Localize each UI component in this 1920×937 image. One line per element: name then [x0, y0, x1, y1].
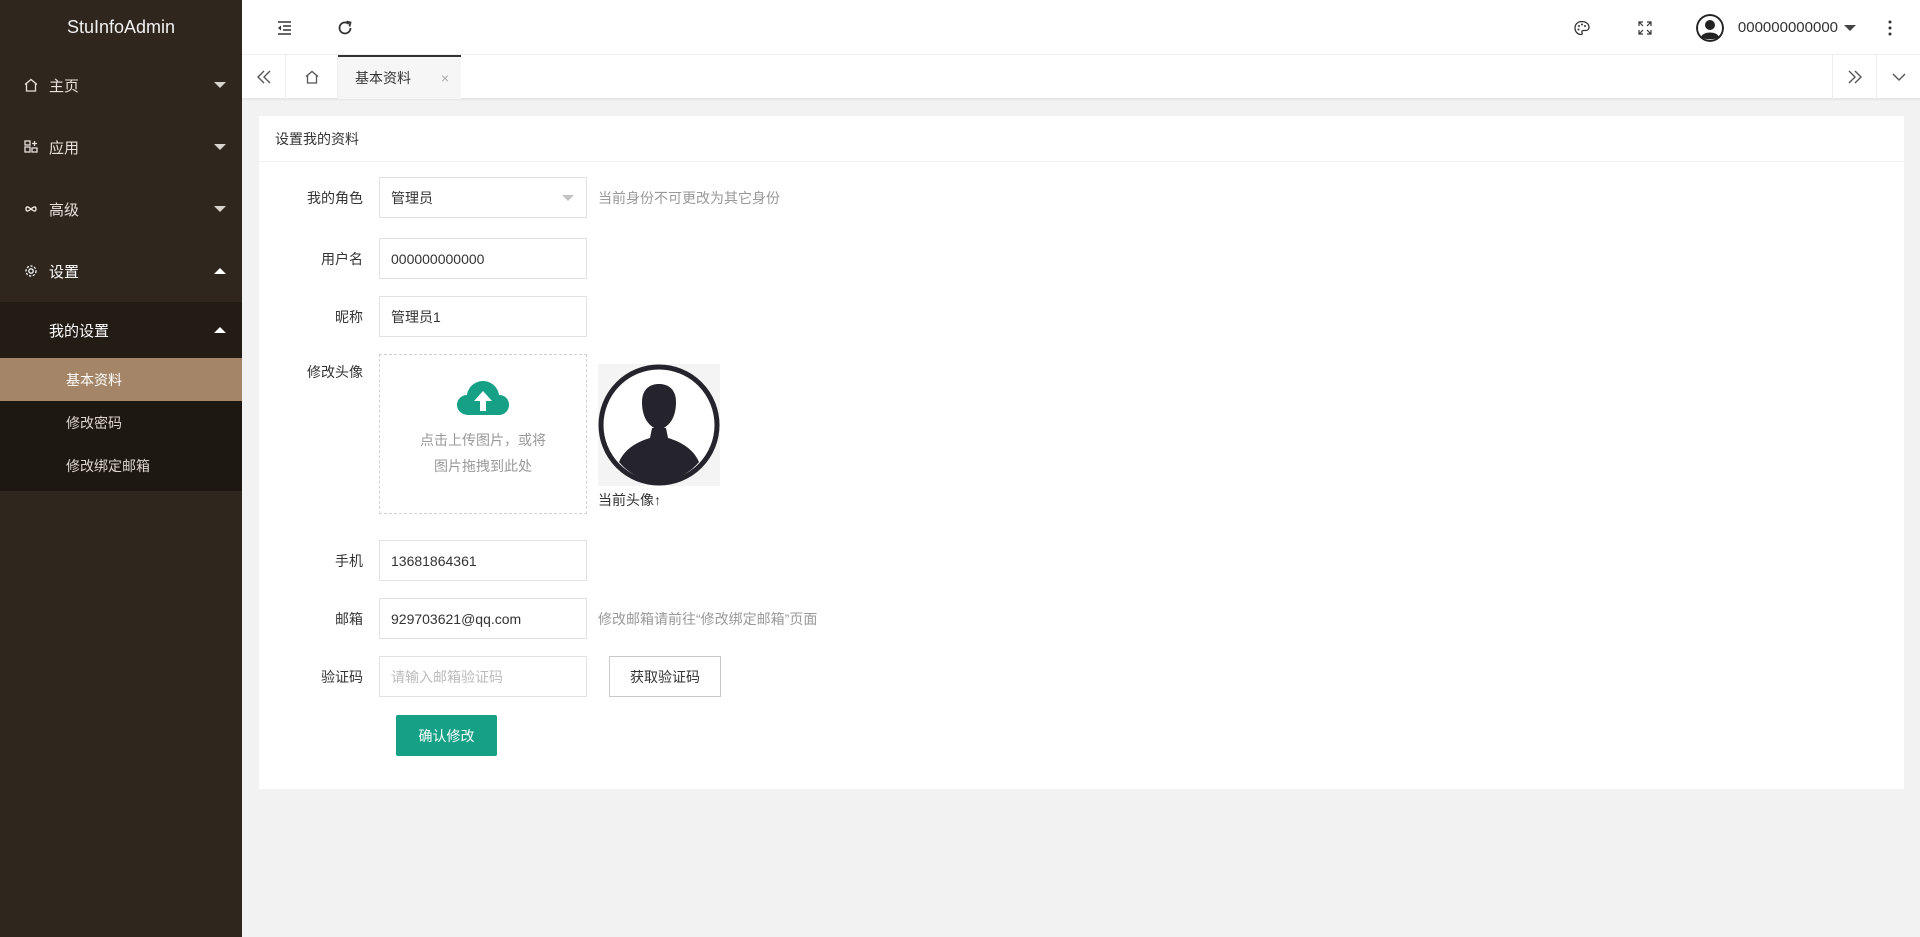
nickname-field[interactable]: 管理员1: [379, 296, 587, 337]
nickname-label: 昵称: [335, 308, 363, 325]
tab-basic-info[interactable]: 基本资料 ×: [338, 55, 461, 99]
gear-icon: [22, 262, 40, 280]
collapse-menu-icon[interactable]: [264, 0, 304, 55]
avatar-upload-dropzone[interactable]: 点击上传图片，或将 图片拖拽到此处: [379, 354, 587, 514]
phone-field[interactable]: 13681864361: [379, 540, 587, 581]
chevron-up-icon: [214, 268, 226, 274]
tab-label: 基本资料: [355, 70, 411, 86]
chevron-down-icon: [214, 144, 226, 150]
username-field[interactable]: 000000000000: [379, 238, 587, 279]
sidebar-item-settings[interactable]: 设置: [0, 240, 242, 302]
username-field-label: 用户名: [321, 250, 363, 267]
fullscreen-icon[interactable]: [1625, 0, 1665, 55]
upload-hint-line2: 图片拖拽到此处: [434, 458, 532, 474]
sidebar-item-label: 设置: [49, 263, 80, 281]
tabs-scroll-right-icon[interactable]: [1832, 55, 1876, 99]
card-title: 设置我的资料: [259, 116, 1904, 162]
chevron-down-icon: [214, 82, 226, 88]
chevron-down-icon: [214, 206, 226, 212]
submit-row: 确认修改: [396, 715, 497, 756]
email-hint: 修改邮箱请前往“修改绑定邮箱”页面: [598, 610, 818, 627]
upload-hint-line1: 点击上传图片，或将: [420, 432, 546, 448]
username-row: 用户名 000000000000: [259, 238, 587, 279]
code-label: 验证码: [321, 668, 363, 685]
verification-code-input[interactable]: 请输入邮箱验证码: [379, 656, 587, 697]
sidebar-item-advanced[interactable]: 高级: [0, 178, 242, 240]
role-hint: 当前身份不可更改为其它身份: [598, 189, 780, 206]
phone-label: 手机: [335, 552, 363, 569]
home-tab-icon[interactable]: [286, 55, 338, 99]
get-code-button[interactable]: 获取验证码: [609, 656, 721, 697]
role-label: 我的角色: [307, 189, 363, 206]
username-label: 000000000000: [1737, 19, 1838, 36]
role-select[interactable]: 管理员: [379, 177, 587, 218]
email-row: 邮箱 929703621@qq.com 修改邮箱请前往“修改绑定邮箱”页面: [259, 598, 817, 639]
refresh-icon[interactable]: [325, 0, 365, 55]
chevron-up-icon: [214, 327, 226, 333]
confirm-button[interactable]: 确认修改: [396, 715, 497, 756]
settings-submenu: 我的设置 基本资料 修改密码 修改绑定邮箱: [0, 302, 242, 491]
avatar-person-icon: [598, 364, 720, 486]
phone-row: 手机 13681864361: [259, 540, 587, 581]
top-header: 000000000000: [242, 0, 1920, 55]
chevron-down-icon: [562, 195, 574, 201]
avatar: [1695, 13, 1724, 42]
sidebar-item-label: 主页: [49, 77, 80, 95]
submenu-label: 我的设置: [49, 322, 110, 340]
role-value: 管理员: [391, 189, 433, 206]
profile-card: 设置我的资料 我的角色 管理员 当前身份不可更改为其它身份 用户名 000000…: [259, 116, 1904, 789]
sidebar-item-apps[interactable]: 应用: [0, 116, 242, 178]
sidebar-item-basic-info[interactable]: 基本资料: [0, 358, 242, 401]
cloud-upload-icon: [457, 381, 509, 415]
home-icon: [22, 76, 40, 94]
infinity-icon: [22, 200, 40, 218]
tabs-menu-chevron-down-icon[interactable]: [1876, 55, 1920, 99]
user-menu[interactable]: 000000000000: [1695, 0, 1856, 55]
tabs-bar: 基本资料 ×: [242, 55, 1920, 99]
current-avatar-caption: 当前头像↑: [598, 492, 661, 508]
sidebar-item-label: 高级: [49, 201, 80, 219]
avatar-row: 修改头像 点击上传图片，或将 图片拖拽到此处 当前头像↑: [259, 354, 720, 514]
app-logo[interactable]: StuInfoAdmin: [0, 0, 242, 54]
email-field[interactable]: 929703621@qq.com: [379, 598, 587, 639]
sidebar-item-my-settings[interactable]: 我的设置: [0, 302, 242, 358]
theme-palette-icon[interactable]: [1562, 0, 1602, 55]
current-avatar: [598, 364, 720, 486]
sidebar-item-home[interactable]: 主页: [0, 54, 242, 116]
sidebar-item-change-password[interactable]: 修改密码: [0, 401, 242, 444]
email-label: 邮箱: [335, 610, 363, 627]
more-vertical-icon[interactable]: [1870, 0, 1910, 55]
sidebar: StuInfoAdmin 主页 应用 高级 设置 我的设置 基本资料 修改密码 …: [0, 0, 242, 937]
role-row: 我的角色 管理员 当前身份不可更改为其它身份: [259, 177, 780, 218]
sidebar-item-change-email[interactable]: 修改绑定邮箱: [0, 444, 242, 487]
chevron-down-icon: [1844, 24, 1856, 31]
apps-icon: [22, 138, 40, 156]
avatar-label: 修改头像: [307, 364, 363, 380]
tabs-scroll-left-icon[interactable]: [242, 55, 286, 99]
sidebar-item-label: 应用: [49, 139, 80, 157]
code-row: 验证码 请输入邮箱验证码 获取验证码: [259, 656, 721, 697]
close-icon[interactable]: ×: [441, 70, 449, 86]
nickname-row: 昵称 管理员1: [259, 296, 587, 337]
